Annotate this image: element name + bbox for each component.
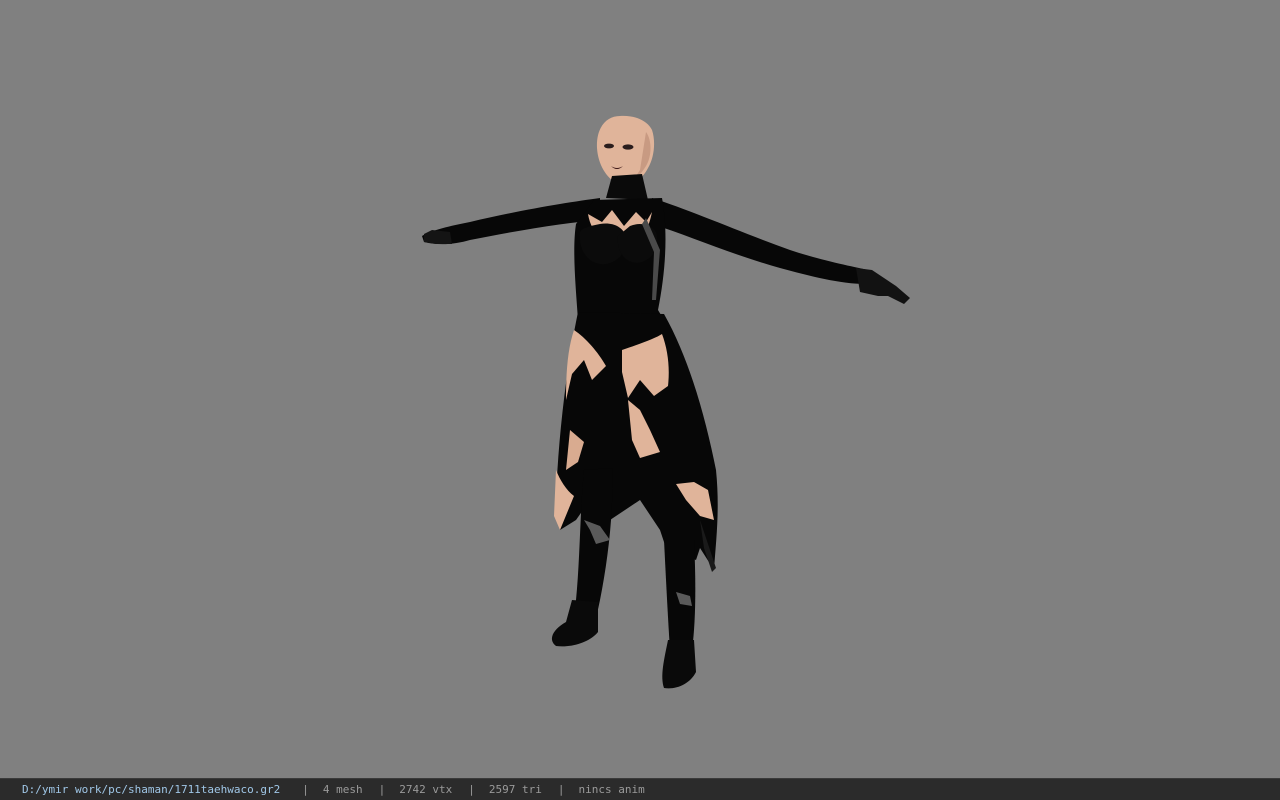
model-boot-left (551, 600, 598, 647)
model-neck (606, 174, 648, 200)
status-bar: D:/ymir work/pc/shaman/1711taehwaco.gr2 … (0, 778, 1280, 800)
model-eye-left (604, 143, 614, 149)
model-torso (574, 198, 666, 320)
character-model (422, 115, 910, 689)
mesh-count: 4 mesh (322, 783, 363, 796)
status-separator: | (557, 783, 565, 796)
model-hand-right (856, 268, 910, 304)
status-separator: | (468, 783, 475, 796)
model-eye-right (622, 144, 634, 150)
model-viewport[interactable] (0, 0, 1280, 778)
model-boot-right (662, 640, 696, 689)
vertex-count: 2742 vtx (399, 783, 453, 796)
status-separator: | (378, 783, 386, 796)
model-arm-right (652, 198, 868, 284)
file-path: D:/ymir work/pc/shaman/1711taehwaco.gr2 (22, 783, 281, 796)
animation-status: nincs anim (578, 783, 645, 796)
triangle-count: 2597 tri (488, 783, 542, 796)
status-separator: | (302, 783, 309, 796)
model-hand-left (424, 230, 452, 244)
